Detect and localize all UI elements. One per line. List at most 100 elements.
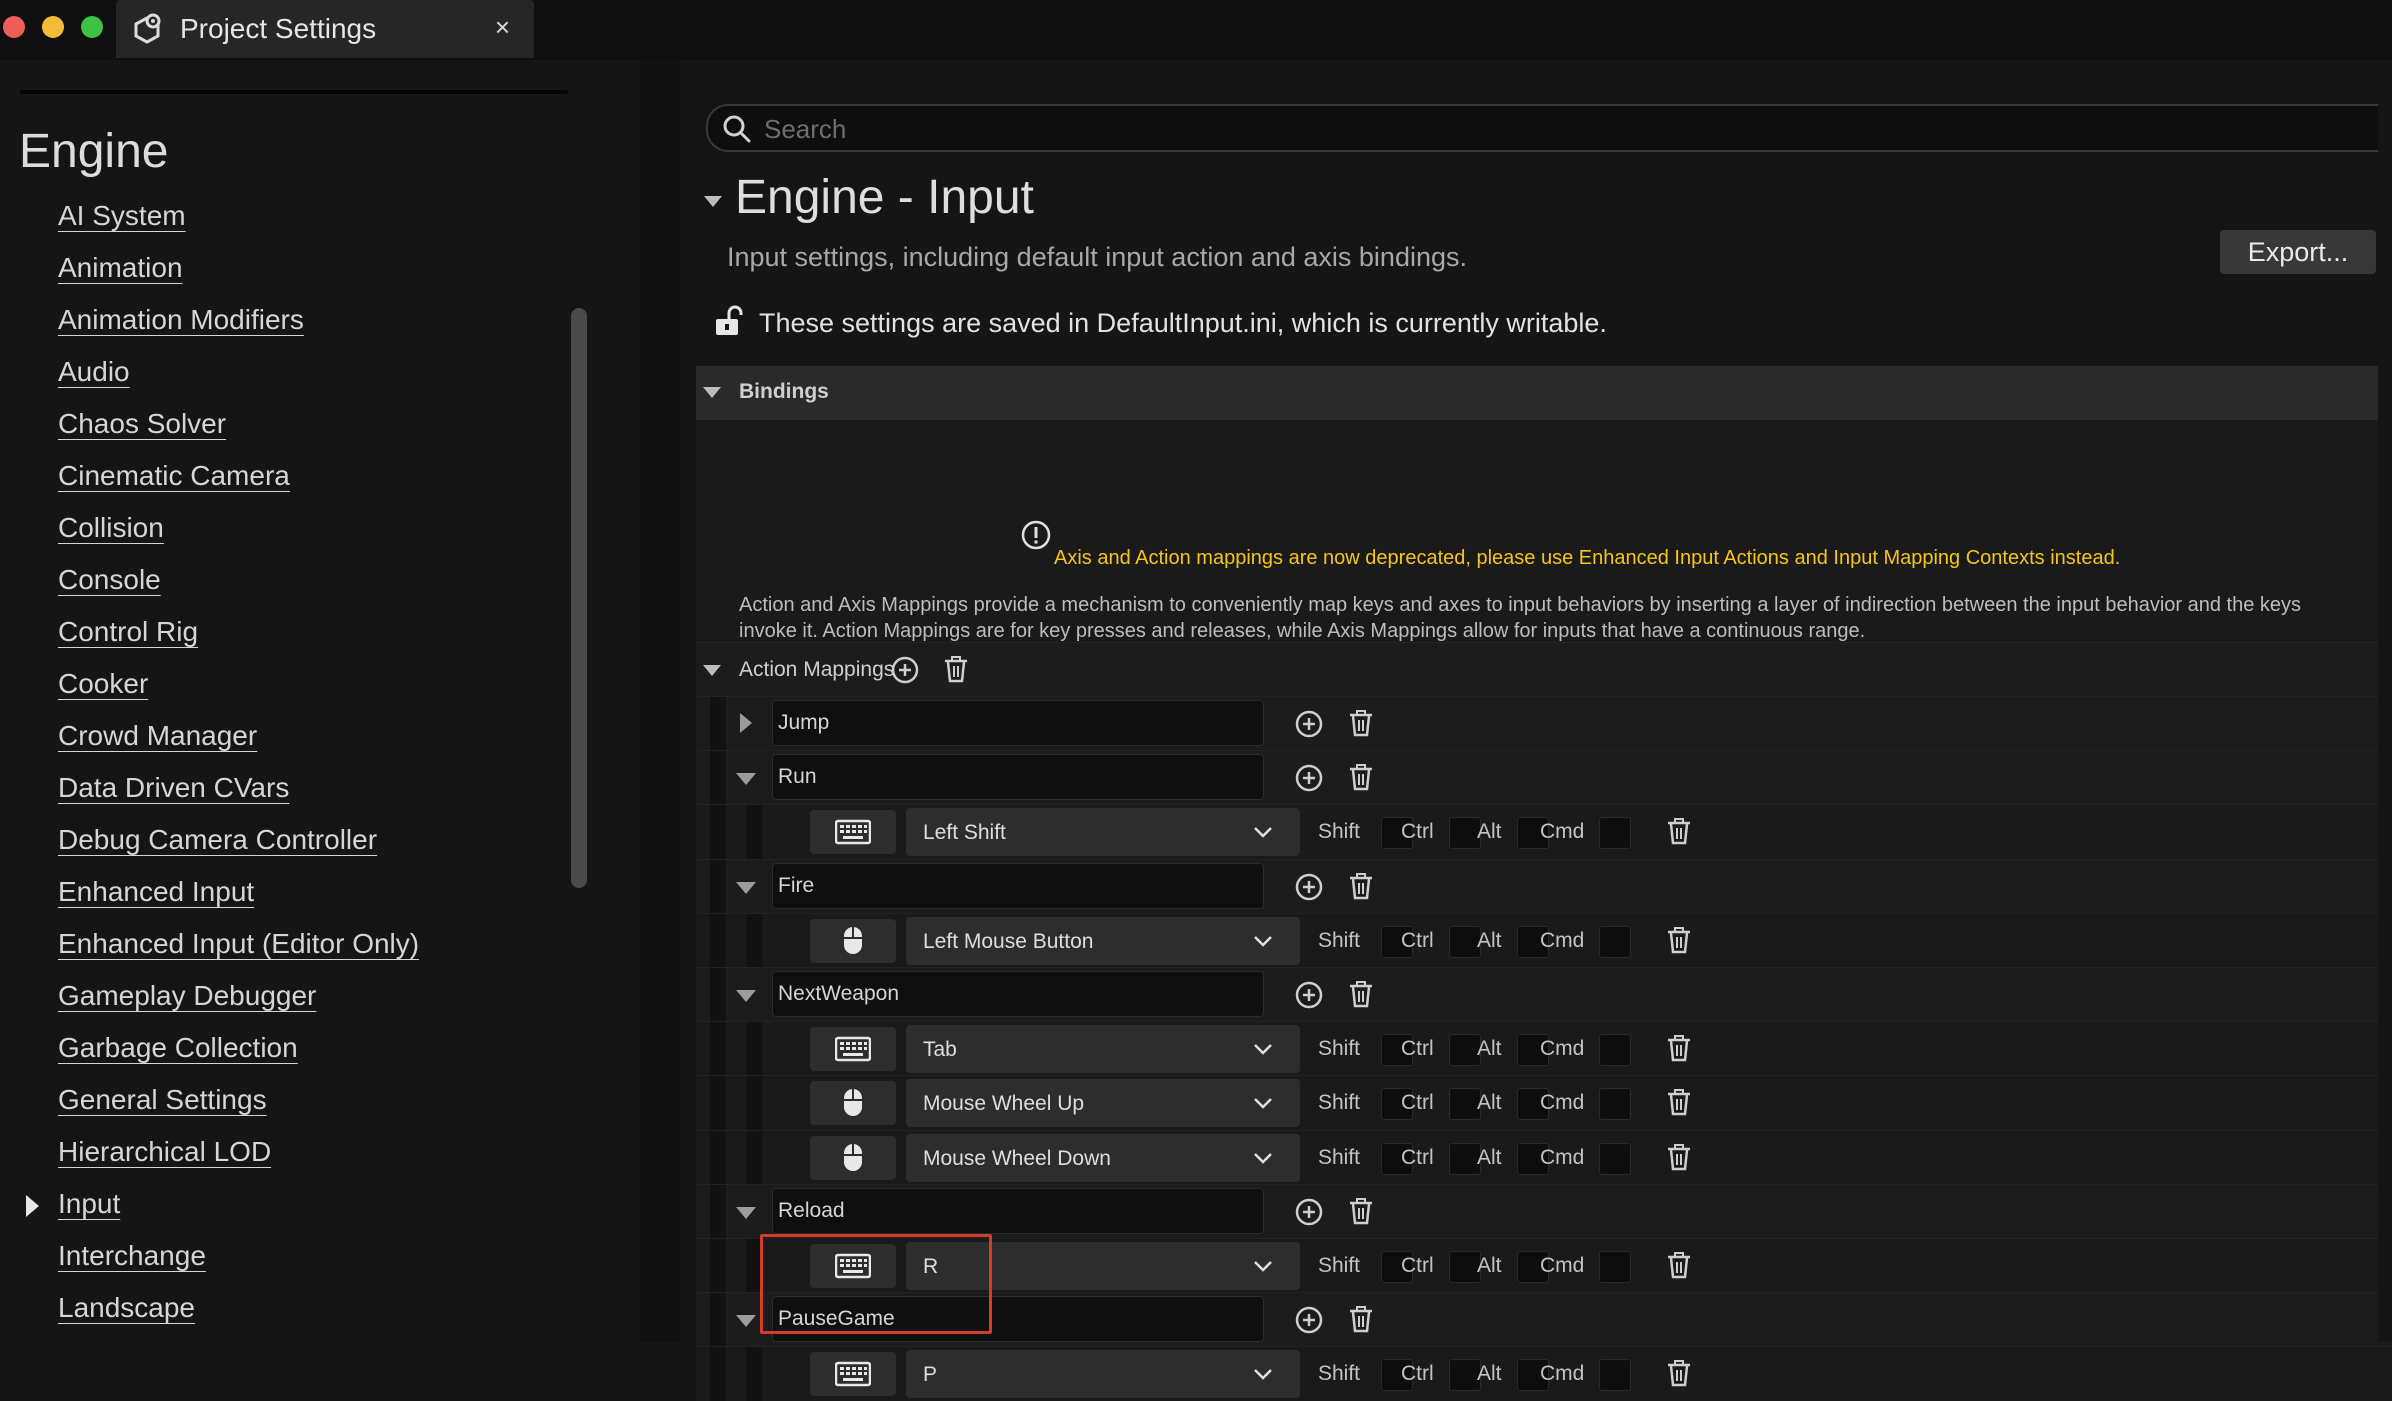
expand-arrow-right-icon[interactable] xyxy=(740,713,752,733)
expand-arrow-down-icon[interactable] xyxy=(736,990,756,1002)
keyboard-icon xyxy=(835,1361,871,1387)
trash-icon[interactable] xyxy=(941,654,971,684)
sidebar-item-control-rig[interactable]: Control Rig xyxy=(0,608,600,660)
expand-arrow-down-icon[interactable] xyxy=(736,1315,756,1327)
trash-icon[interactable] xyxy=(1346,871,1376,901)
sidebar-item-chaos-solver[interactable]: Chaos Solver xyxy=(0,400,600,452)
expand-arrow-down-icon[interactable] xyxy=(736,882,756,894)
modifier-checkbox-cmd[interactable] xyxy=(1599,1143,1631,1175)
window-close-button[interactable] xyxy=(3,16,25,38)
key-select-dropdown[interactable]: Mouse Wheel Up xyxy=(906,1079,1300,1127)
collapse-arrow-icon[interactable] xyxy=(704,196,722,207)
key-select-dropdown[interactable]: R xyxy=(906,1242,1300,1290)
action-name-field[interactable] xyxy=(772,971,1264,1017)
modifier-checkbox-cmd[interactable] xyxy=(1599,1359,1631,1391)
trash-icon[interactable] xyxy=(1664,1087,1694,1117)
action-name-field[interactable] xyxy=(772,700,1264,746)
modifier-label-shift: Shift xyxy=(1318,1091,1361,1114)
modifier-checkbox-cmd[interactable] xyxy=(1599,1088,1631,1120)
action-name-field[interactable] xyxy=(772,754,1264,800)
sidebar-item-hierarchical-lod[interactable]: Hierarchical LOD xyxy=(0,1128,600,1180)
sidebar-item-enhanced-input-editor-only[interactable]: Enhanced Input (Editor Only) xyxy=(0,920,600,972)
sidebar-item-animation[interactable]: Animation xyxy=(0,244,600,296)
sidebar-item-gameplay-debugger[interactable]: Gameplay Debugger xyxy=(0,972,600,1024)
device-selector-button[interactable] xyxy=(810,1081,896,1125)
key-select-dropdown[interactable]: Tab xyxy=(906,1025,1300,1073)
trash-icon[interactable] xyxy=(1664,925,1694,955)
trash-icon[interactable] xyxy=(1346,762,1376,792)
device-selector-button[interactable] xyxy=(810,1352,896,1396)
add-key-icon[interactable] xyxy=(1294,763,1324,793)
add-key-icon[interactable] xyxy=(1294,1197,1324,1227)
trash-icon[interactable] xyxy=(1664,1250,1694,1280)
window-minimize-button[interactable] xyxy=(42,16,64,38)
sidebar-item-animation-modifiers[interactable]: Animation Modifiers xyxy=(0,296,600,348)
mouse-icon xyxy=(844,927,862,954)
chevron-down-icon xyxy=(1254,1098,1272,1109)
trash-icon[interactable] xyxy=(1664,1142,1694,1172)
sidebar-item-landscape[interactable]: Landscape xyxy=(0,1284,600,1336)
trash-icon[interactable] xyxy=(1346,1196,1376,1226)
sidebar-item-interchange[interactable]: Interchange xyxy=(0,1232,600,1284)
collapse-arrow-icon[interactable] xyxy=(703,665,721,676)
action-name-field[interactable] xyxy=(772,1296,1264,1342)
modifier-checkbox-cmd[interactable] xyxy=(1599,1034,1631,1066)
trash-icon[interactable] xyxy=(1664,816,1694,846)
export-button[interactable]: Export... xyxy=(2220,230,2376,274)
key-select-dropdown[interactable]: Left Mouse Button xyxy=(906,917,1300,965)
device-selector-button[interactable] xyxy=(810,810,896,854)
sidebar-item-debug-camera-controller[interactable]: Debug Camera Controller xyxy=(0,816,600,868)
trash-icon[interactable] xyxy=(1346,708,1376,738)
tab-project-settings[interactable]: Project Settings × xyxy=(116,0,534,58)
close-icon[interactable]: × xyxy=(495,12,510,43)
sidebar-item-data-driven-cvars[interactable]: Data Driven CVars xyxy=(0,764,600,816)
sidebar-item-label: Chaos Solver xyxy=(58,408,227,439)
sidebar-item-label: AI System xyxy=(58,200,186,231)
sidebar-item-general-settings[interactable]: General Settings xyxy=(0,1076,600,1128)
sidebar-scrollbar[interactable] xyxy=(571,308,587,888)
add-key-icon[interactable] xyxy=(1294,709,1324,739)
sidebar-item-crowd-manager[interactable]: Crowd Manager xyxy=(0,712,600,764)
device-selector-button[interactable] xyxy=(810,1027,896,1071)
modifier-label-shift: Shift xyxy=(1318,820,1361,843)
sidebar-item-cooker[interactable]: Cooker xyxy=(0,660,600,712)
bindings-category-header[interactable]: Bindings xyxy=(696,366,2392,420)
add-key-icon[interactable] xyxy=(1294,980,1324,1010)
sidebar-item-cinematic-camera[interactable]: Cinematic Camera xyxy=(0,452,600,504)
trash-icon[interactable] xyxy=(1346,979,1376,1009)
sidebar-item-ai-system[interactable]: AI System xyxy=(0,192,600,244)
add-key-icon[interactable] xyxy=(1294,872,1324,902)
trash-icon[interactable] xyxy=(1346,1304,1376,1334)
sidebar-item-audio[interactable]: Audio xyxy=(0,348,600,400)
expand-arrow-down-icon[interactable] xyxy=(736,773,756,785)
device-selector-button[interactable] xyxy=(810,919,896,963)
sidebar-item-enhanced-input[interactable]: Enhanced Input xyxy=(0,868,600,920)
trash-icon[interactable] xyxy=(1664,1358,1694,1388)
trash-icon[interactable] xyxy=(1664,1033,1694,1063)
pane-divider[interactable] xyxy=(640,60,680,1342)
key-select-dropdown[interactable]: Mouse Wheel Down xyxy=(906,1134,1300,1182)
modifier-checkbox-cmd[interactable] xyxy=(1599,817,1631,849)
device-selector-button[interactable] xyxy=(810,1136,896,1180)
sidebar-item-input[interactable]: Input xyxy=(0,1180,600,1232)
key-select-dropdown[interactable]: P xyxy=(906,1350,1300,1398)
modifier-checkbox-cmd[interactable] xyxy=(1599,926,1631,958)
indent-guide xyxy=(710,1239,726,1293)
add-key-icon[interactable] xyxy=(1294,1305,1324,1335)
sidebar-item-console[interactable]: Console xyxy=(0,556,600,608)
chevron-down-icon xyxy=(1254,1153,1272,1164)
window-maximize-button[interactable] xyxy=(81,16,103,38)
action-name-field[interactable] xyxy=(772,1188,1264,1234)
modifier-checkbox-cmd[interactable] xyxy=(1599,1251,1631,1283)
search-input[interactable] xyxy=(762,110,2266,148)
device-selector-button[interactable] xyxy=(810,1244,896,1288)
expand-arrow-down-icon[interactable] xyxy=(736,1207,756,1219)
add-action-icon[interactable] xyxy=(890,655,920,685)
key-select-dropdown[interactable]: Left Shift xyxy=(906,808,1300,856)
sidebar-item-collision[interactable]: Collision xyxy=(0,504,600,556)
action-name-field[interactable] xyxy=(772,863,1264,909)
collapse-arrow-icon[interactable] xyxy=(703,387,721,398)
modifier-label-ctrl: Ctrl xyxy=(1401,820,1434,843)
action-mappings-header[interactable]: Action Mappings xyxy=(696,642,2392,697)
sidebar-item-garbage-collection[interactable]: Garbage Collection xyxy=(0,1024,600,1076)
